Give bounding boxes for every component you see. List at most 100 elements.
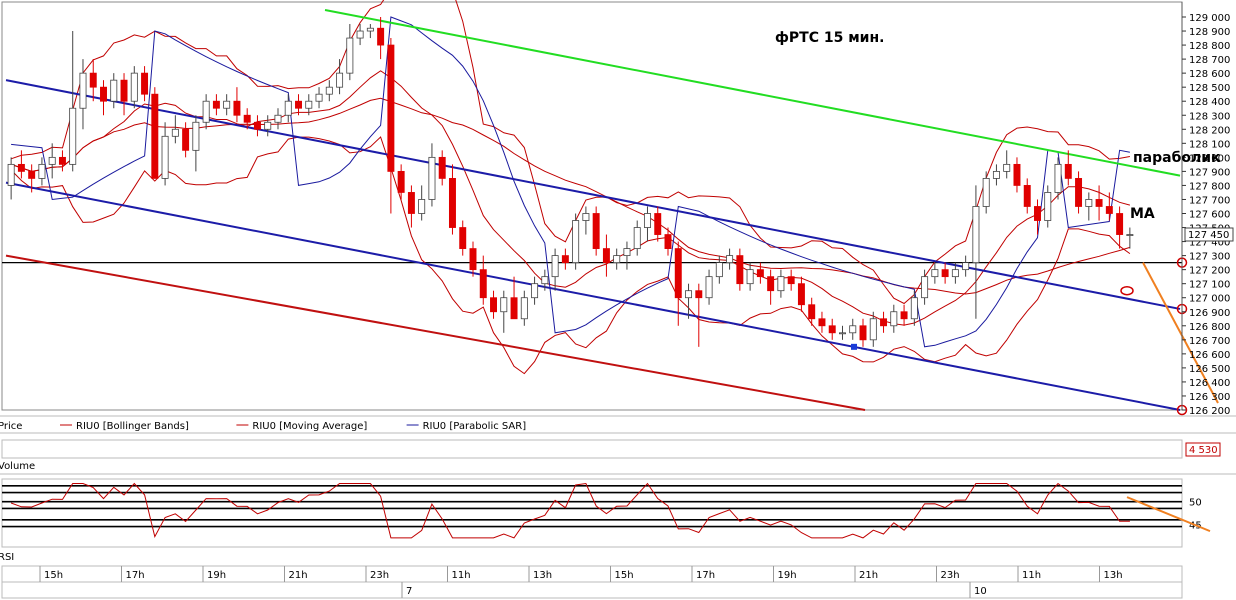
date-tick-label: 10 <box>974 586 987 597</box>
price-tick-label: 128 400 <box>1189 97 1230 108</box>
candle-body <box>808 304 816 320</box>
candle-body <box>726 255 734 264</box>
legend-item: RIU0 [Moving Average] <box>252 421 367 432</box>
candle-body <box>736 255 744 285</box>
volume-panel-frame <box>1 439 1183 459</box>
price-tick-label: 127 100 <box>1189 280 1230 291</box>
price-tick-label: 126 400 <box>1189 378 1230 389</box>
candle-body <box>284 100 292 116</box>
candle-body <box>89 72 97 88</box>
candle-body <box>120 79 128 102</box>
candle-body <box>264 121 272 130</box>
candle-body <box>992 170 1000 179</box>
candle-body <box>767 276 775 292</box>
candle-body <box>428 156 436 200</box>
candle-body <box>1116 213 1124 235</box>
candle-body <box>397 170 405 193</box>
candle-body <box>685 290 693 299</box>
candle-body <box>623 248 631 257</box>
price-tick-label: 126 800 <box>1189 322 1230 333</box>
candle-body <box>941 269 949 278</box>
price-tick-label: 128 600 <box>1189 69 1230 80</box>
candle-body <box>69 107 77 165</box>
price-tick-label: 128 700 <box>1189 55 1230 66</box>
candle-body <box>418 199 426 214</box>
candle-body <box>407 192 415 214</box>
candle-body <box>572 220 580 264</box>
price-tick-label: 129 000 <box>1189 13 1230 24</box>
candle-body <box>756 269 764 278</box>
candle-body <box>921 276 929 299</box>
candle-body <box>787 276 795 285</box>
time-tick-label: 17h <box>126 570 145 581</box>
price-tick-label: 127 300 <box>1189 252 1230 263</box>
candle-body <box>1064 163 1072 179</box>
candle-body <box>7 163 15 186</box>
candle-body <box>377 27 385 46</box>
annotation-parabolic: параболик <box>1133 150 1221 166</box>
price-tick-label: 126 600 <box>1189 350 1230 361</box>
candle-body <box>438 156 446 179</box>
candle-body <box>715 262 723 278</box>
candle-body <box>1044 192 1052 221</box>
candle-body <box>1105 206 1113 214</box>
candle-body <box>613 255 621 264</box>
candle-body <box>233 100 241 116</box>
candle-body <box>664 234 672 249</box>
candle-body <box>490 297 498 313</box>
date-tick-label: 7 <box>406 586 412 597</box>
candle-body <box>880 318 888 327</box>
candle-body <box>972 206 980 264</box>
candle-body <box>777 276 785 292</box>
candle-body <box>366 27 374 32</box>
rsi-panel-frame <box>1 478 1183 548</box>
candle-body <box>797 283 805 306</box>
time-tick-label: 19h <box>778 570 797 581</box>
candle-body <box>1126 234 1134 236</box>
candle-body <box>951 269 959 278</box>
legend-item: Price <box>0 421 22 432</box>
candle-body <box>1013 163 1021 186</box>
candle-body <box>643 213 651 228</box>
candle-body <box>161 135 169 179</box>
candle-body <box>356 30 364 39</box>
candle-body <box>387 44 395 172</box>
candle-body <box>839 332 846 335</box>
chart-title: фРТС 15 мин. <box>775 30 884 46</box>
price-tick-label: 127 800 <box>1189 181 1230 192</box>
price-tick-label: 128 300 <box>1189 111 1230 122</box>
candle-body <box>849 325 857 334</box>
legend-item: RIU0 [Bollinger Bands] <box>76 421 189 432</box>
candle-body <box>315 93 323 102</box>
rsi-label: RSI <box>0 552 14 563</box>
candle-body <box>305 100 313 109</box>
candle-body <box>869 318 877 341</box>
touch-point-marker <box>851 343 857 350</box>
price-tick-label: 127 200 <box>1189 266 1230 277</box>
candle-body <box>705 276 713 299</box>
candle-body <box>1003 163 1011 172</box>
price-tick-label: 128 200 <box>1189 125 1230 136</box>
candle-body <box>151 93 159 179</box>
candle-body <box>346 37 354 74</box>
last-price-badge: 127 450 <box>1188 230 1229 241</box>
candle-body <box>79 72 87 109</box>
time-tick-label: 13h <box>1104 570 1123 581</box>
candle-body <box>602 248 610 264</box>
price-tick-label: 126 300 <box>1189 392 1230 403</box>
candle-body <box>551 255 559 278</box>
candle-body <box>479 269 487 299</box>
price-axis: 129 000 128 900 128 800 128 700 128 600 128 5… <box>1181 2 1230 417</box>
candle-body <box>541 276 549 285</box>
candle-body <box>448 178 456 228</box>
candle-body <box>48 156 56 165</box>
candle-body <box>654 213 662 235</box>
time-tick-label: 13h <box>533 570 552 581</box>
candle-body <box>582 213 590 221</box>
price-tick-label: 127 900 <box>1189 167 1230 178</box>
candle-body <box>1023 185 1031 207</box>
price-tick-label: 126 200 <box>1189 406 1230 417</box>
candle-body <box>171 128 179 137</box>
candle-body <box>859 325 867 341</box>
time-tick-label: 23h <box>370 570 389 581</box>
